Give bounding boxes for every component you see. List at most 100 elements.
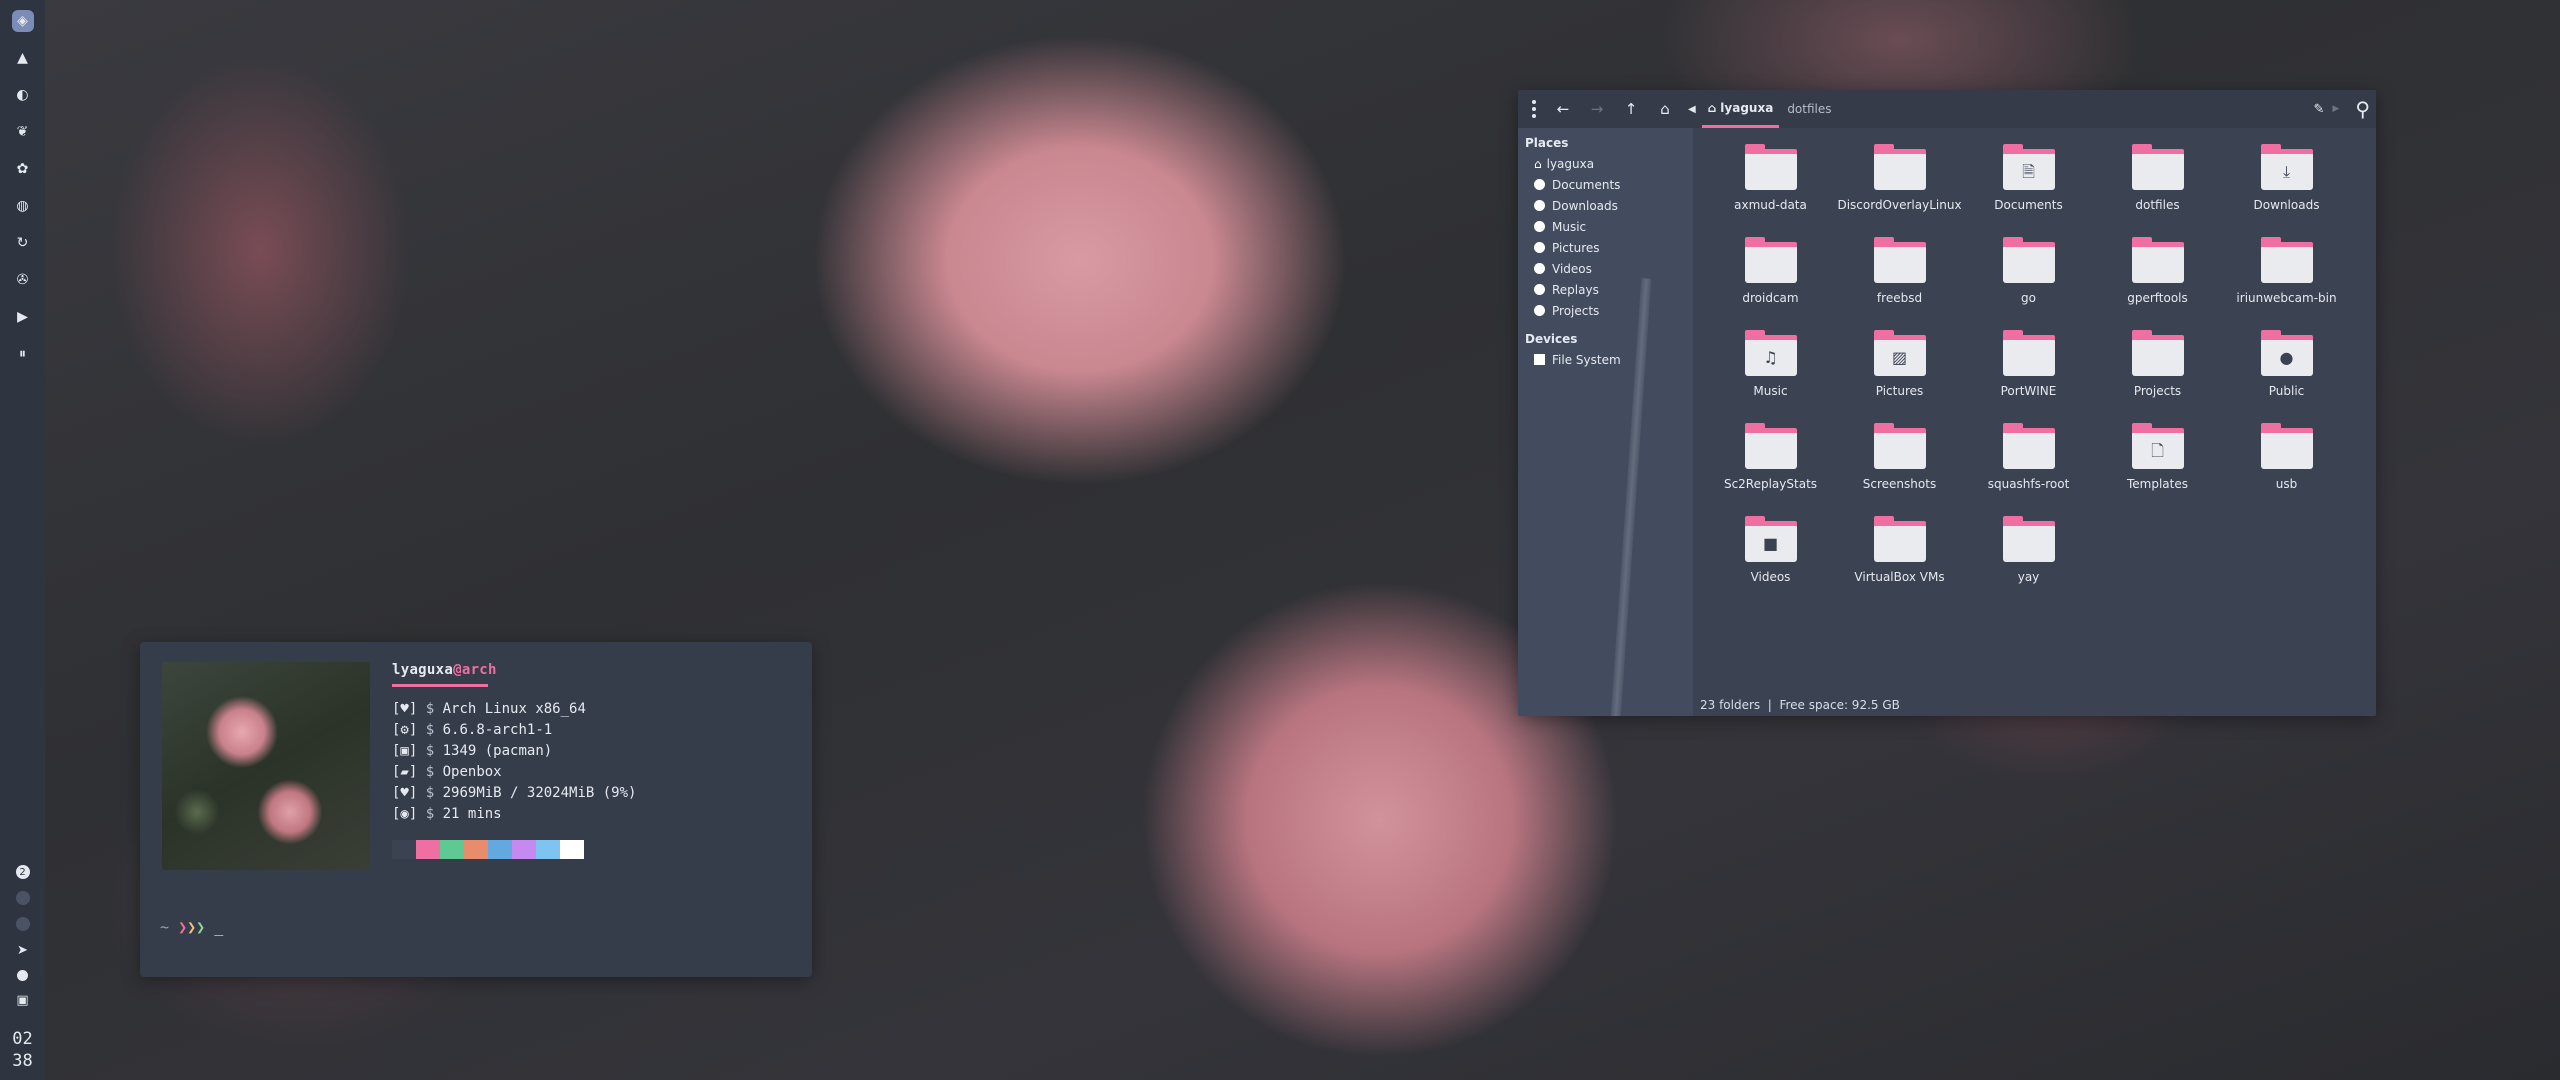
bullet-icon <box>1534 200 1545 211</box>
folder-icon <box>2002 330 2055 376</box>
forward-icon[interactable]: → <box>1580 90 1614 128</box>
toggle-icon[interactable]: ◐ <box>12 84 34 106</box>
file-item[interactable]: ⤓ Downloads <box>2222 140 2351 233</box>
file-item[interactable]: usb <box>2222 419 2351 512</box>
file-item-label: DiscordOverlayLinux <box>1837 198 1962 212</box>
file-item[interactable]: DiscordOverlayLinux <box>1835 140 1964 233</box>
sidebar-item-videos[interactable]: Videos <box>1518 258 1693 279</box>
home-icon[interactable]: ⌂ <box>1648 90 1682 128</box>
file-item[interactable]: freebsd <box>1835 233 1964 326</box>
packages-value: 1349 (pacman) <box>442 743 553 759</box>
clock: 02 38 <box>12 1028 32 1072</box>
palette-icon[interactable]: ◍ <box>12 195 34 217</box>
file-item[interactable]: VirtualBox VMs <box>1835 512 1964 605</box>
play-icon[interactable]: ▶ <box>12 306 34 328</box>
file-item[interactable]: droidcam <box>1706 233 1835 326</box>
line-prompt: $ <box>425 764 435 780</box>
file-item-label: Templates <box>2126 477 2188 491</box>
sidebar: Places ⌂ lyaguxa Documents Downloads Musi… <box>1518 128 1693 716</box>
uptime-icon: [◉] <box>392 806 418 822</box>
file-item[interactable]: ■ Videos <box>1706 512 1835 605</box>
sidebar-item-label: Pictures <box>1552 240 1600 255</box>
file-item[interactable]: iriunwebcam-bin <box>2222 233 2351 326</box>
file-item[interactable]: 🗎 Documents <box>1964 140 2093 233</box>
menu-icon[interactable] <box>1522 100 1546 118</box>
sidebar-item-pictures[interactable]: Pictures <box>1518 237 1693 258</box>
file-item[interactable]: ● Public <box>2222 326 2351 419</box>
file-item[interactable]: ▨ Pictures <box>1835 326 1964 419</box>
shell-prompt[interactable]: ~ ❯❯❯ _ <box>160 918 223 936</box>
file-item[interactable]: dotfiles <box>2093 140 2222 233</box>
places-heading: Places <box>1525 136 1569 150</box>
terminal-window[interactable]: lyaguxa@arch [♥] $ Arch Linux x86_64 [⚙]… <box>140 642 812 977</box>
line-prompt: $ <box>425 722 435 738</box>
prompt-arrow: ❯ <box>196 918 206 936</box>
workspace-dot[interactable] <box>15 917 30 931</box>
file-item[interactable]: 🗋 Templates <box>2093 419 2222 512</box>
breadcrumb-left-icon[interactable]: ◀ <box>1688 104 1702 115</box>
fetch-line-os: [♥] $ Arch Linux x86_64 <box>392 699 636 720</box>
os-icon: [♥] <box>392 701 418 717</box>
home-icon: ⌂ <box>1534 156 1542 171</box>
leaf-icon[interactable]: ❦ <box>12 121 34 143</box>
sidebar-item-music[interactable]: Music <box>1518 216 1693 237</box>
breadcrumb-home[interactable]: ⌂ lyaguxa <box>1701 90 1780 128</box>
telegram-icon[interactable]: ➤ <box>17 943 28 958</box>
breadcrumb-item-dotfiles[interactable]: dotfiles <box>1779 102 1839 116</box>
file-item[interactable]: squashfs-root <box>1964 419 2093 512</box>
toolbar: ← → ↑ ⌂ ◀ ⌂ lyaguxa dotfiles ✎ ▶ ⚲ <box>1518 90 2376 128</box>
file-item-label: yay <box>2017 570 2040 584</box>
file-item[interactable]: PortWINE <box>1964 326 2093 419</box>
breadcrumb-right-icon[interactable]: ▶ <box>2332 104 2339 114</box>
prompt-arrow: ❯ <box>178 918 188 936</box>
file-item[interactable]: Sc2ReplayStats <box>1706 419 1835 512</box>
workspace-badge[interactable]: 2 <box>15 865 30 879</box>
keyboard-icon[interactable]: ▣ <box>16 993 28 1008</box>
search-icon[interactable]: ⚲ <box>2355 97 2370 121</box>
folder-icon <box>2131 144 2184 190</box>
sidebar-item-projects[interactable]: Projects <box>1518 300 1693 321</box>
file-item[interactable]: ♫ Music <box>1706 326 1835 419</box>
color-swatch <box>440 840 464 859</box>
refresh-icon[interactable]: ↻ <box>12 232 34 254</box>
layers-icon[interactable]: ◈ <box>11 10 34 32</box>
aperture-icon[interactable]: ✇ <box>12 269 34 291</box>
breadcrumb: ◀ ⌂ lyaguxa dotfiles <box>1688 90 1840 128</box>
file-item[interactable]: go <box>1964 233 2093 326</box>
record-icon[interactable] <box>17 970 28 981</box>
folder-icon <box>2002 516 2055 562</box>
folder-icon <box>1873 423 1926 469</box>
sidebar-item-label: Projects <box>1552 303 1600 318</box>
fetch-line-uptime: [◉] $ 21 mins <box>392 804 636 825</box>
color-swatch <box>416 840 440 859</box>
sidebar-item-replays[interactable]: Replays <box>1518 279 1693 300</box>
file-item[interactable]: Screenshots <box>1835 419 1964 512</box>
sidebar-item-file-system[interactable]: File System <box>1518 349 1693 370</box>
bullet-icon <box>1534 242 1545 253</box>
edit-path-icon[interactable]: ✎ <box>2314 102 2325 117</box>
devices-heading: Devices <box>1525 332 1578 346</box>
bullet-icon <box>1534 179 1545 190</box>
file-item[interactable]: Projects <box>2093 326 2222 419</box>
fetch-line-memory: [♥] $ 2969MiB / 32024MiB (9%) <box>392 783 636 804</box>
toolbar-right: ✎ ▶ ⚲ <box>2314 90 2370 128</box>
file-item-label: Pictures <box>1875 384 1924 398</box>
sidebar-item-documents[interactable]: Documents <box>1518 174 1693 195</box>
line-prompt: $ <box>425 785 435 801</box>
up-icon[interactable]: ↑ <box>1614 90 1648 128</box>
flower-icon[interactable]: ✿ <box>12 158 34 180</box>
sidebar-item-label: lyaguxa <box>1546 156 1595 171</box>
sidebar-item-downloads[interactable]: Downloads <box>1518 195 1693 216</box>
file-item[interactable]: yay <box>1964 512 2093 605</box>
equalizer-icon[interactable]: ⏸ <box>12 343 34 365</box>
folder-icon <box>2260 423 2313 469</box>
fetch-user-host: lyaguxa@arch <box>392 662 636 678</box>
file-item[interactable]: axmud-data <box>1706 140 1835 233</box>
sidebar-item-lyaguxa[interactable]: ⌂ lyaguxa <box>1518 153 1693 174</box>
file-item[interactable]: gperftools <box>2093 233 2222 326</box>
mountain-icon[interactable]: ▲ <box>12 47 34 69</box>
workspace-dot[interactable] <box>15 891 30 905</box>
workspace-badge-label: 2 <box>19 866 26 878</box>
bullet-icon <box>1534 305 1545 316</box>
back-icon[interactable]: ← <box>1546 90 1580 128</box>
